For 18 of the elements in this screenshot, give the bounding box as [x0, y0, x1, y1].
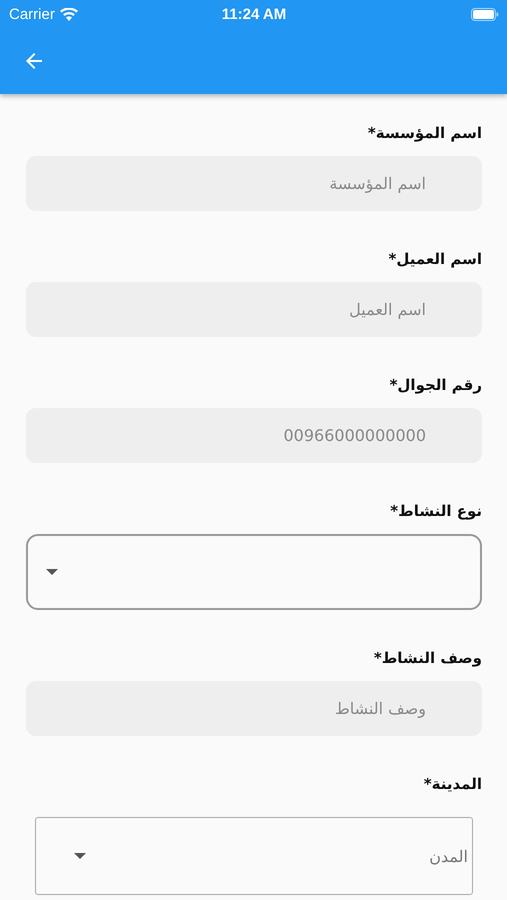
field-label: رقم الجوال*	[388, 375, 482, 396]
status-time: 11:24 AM	[222, 6, 286, 22]
input-field[interactable]: وصف النشاط	[26, 681, 482, 736]
field-label: نوع النشاط*	[389, 501, 482, 522]
input-field[interactable]: اسم المؤسسة	[26, 156, 482, 211]
city-dropdown[interactable]: المدن	[35, 817, 473, 895]
field-label: اسم المؤسسة*	[366, 123, 482, 144]
field-label: اسم العميل*	[387, 249, 482, 270]
caret-icon	[74, 853, 86, 859]
dropdown-field[interactable]	[26, 534, 482, 610]
wifi-icon	[60, 8, 78, 20]
input-field[interactable]: اسم العميل	[26, 282, 482, 337]
battery-icon	[470, 8, 499, 20]
input-field[interactable]: 00966000000000	[26, 408, 482, 463]
field-label: المدينة*	[422, 774, 482, 795]
caret-icon	[46, 569, 58, 575]
field-label: وصف النشاط*	[372, 648, 482, 669]
carrier-label: Carrier	[9, 6, 55, 22]
